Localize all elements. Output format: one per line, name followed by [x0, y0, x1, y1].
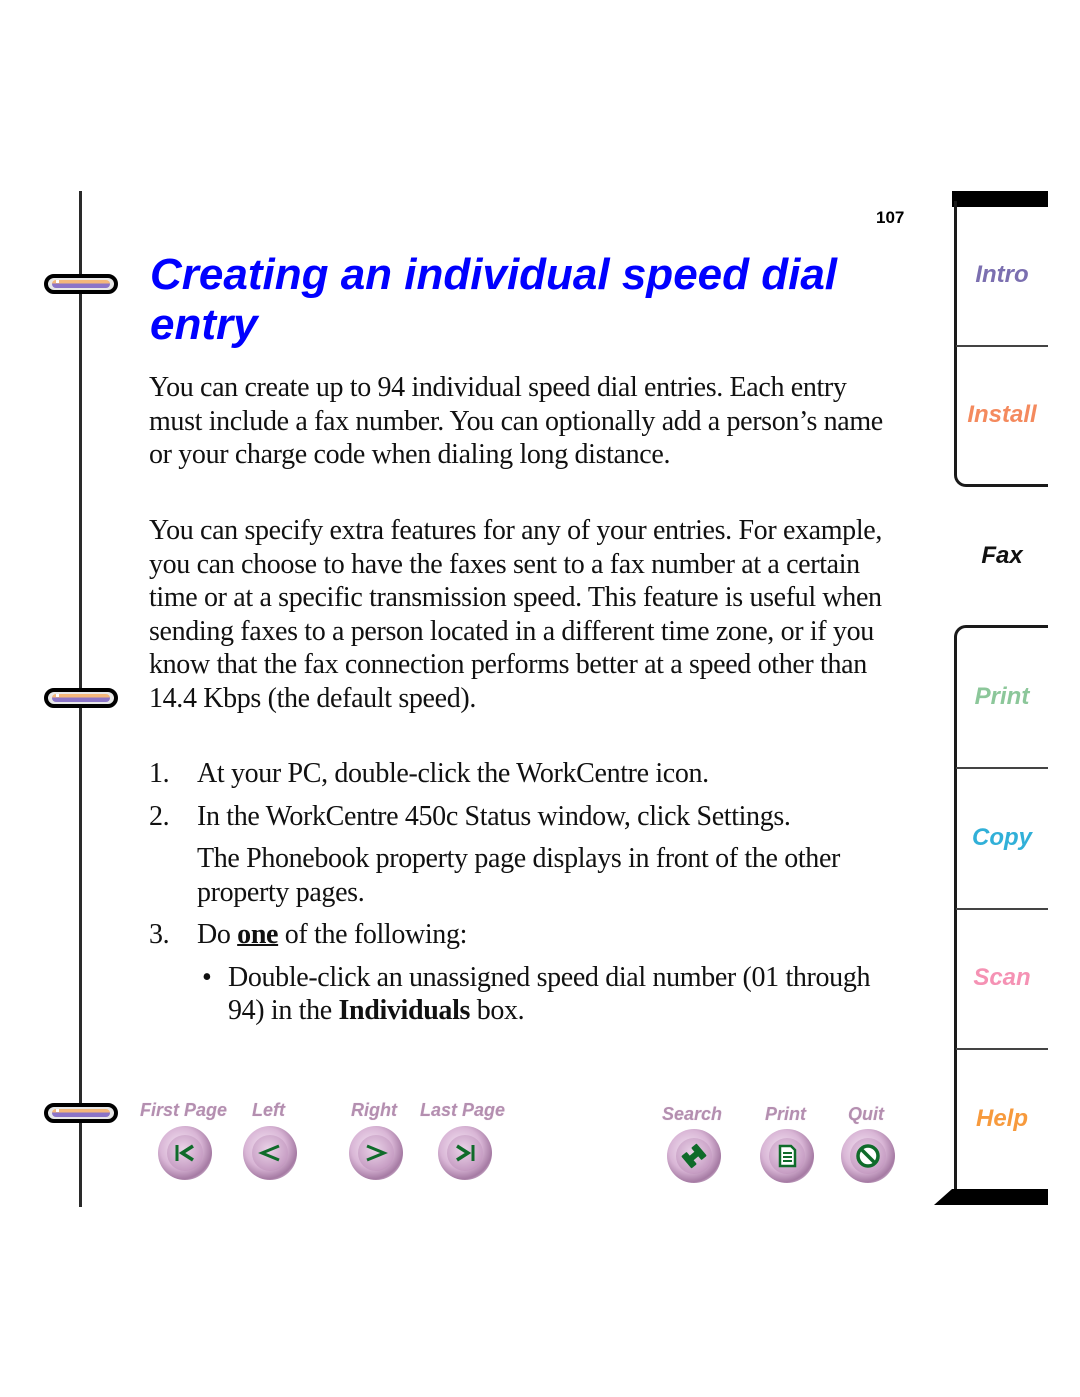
quit-button[interactable] [841, 1129, 895, 1183]
bullet-marker: • [202, 961, 212, 993]
tab-copy[interactable]: Copy [952, 824, 1052, 852]
document-icon [778, 1144, 797, 1168]
last-page-icon [456, 1144, 475, 1162]
tab-divider [956, 908, 1048, 910]
step-text: At your PC, double-click the WorkCentre … [197, 758, 709, 789]
tab-divider [956, 767, 1048, 769]
emphasis-one: one [237, 919, 279, 950]
left-label: Left [252, 1100, 285, 1120]
no-entry-icon [856, 1144, 880, 1168]
step-number: 1. [149, 758, 170, 789]
tab-divider [956, 345, 1048, 347]
chapter-tabs: Intro Install Fax Print Copy Scan Help [934, 191, 1048, 1207]
left-button[interactable] [243, 1126, 297, 1180]
binoculars-icon [681, 1143, 707, 1169]
tab-divider [956, 1048, 1048, 1050]
step-item: 2. In the WorkCentre 450c Status window,… [149, 800, 909, 834]
binder-ring [44, 688, 118, 708]
bullet-bold: Individuals [338, 995, 471, 1026]
tab-help[interactable]: Help [952, 1105, 1052, 1133]
page-title: Creating an individual speed dial entry [150, 250, 838, 349]
arrow-right-icon [366, 1144, 388, 1162]
first-page-icon [175, 1144, 194, 1162]
page-number: 107 [876, 208, 905, 227]
step-text-part: of the following: [278, 919, 468, 950]
binder-ring [44, 1103, 118, 1123]
print-button[interactable] [760, 1129, 814, 1183]
print-label: Print [765, 1104, 807, 1124]
step-text-part: Do [197, 919, 238, 950]
search-label: Search [662, 1104, 723, 1124]
first-page-button[interactable] [158, 1126, 212, 1180]
tab-group-upper [954, 201, 1048, 487]
right-button[interactable] [349, 1126, 403, 1180]
step-number: 3. [149, 919, 170, 950]
tab-fax[interactable]: Fax [952, 542, 1052, 570]
intro-paragraph: You can create up to 94 individual speed… [149, 372, 883, 470]
tab-scan[interactable]: Scan [952, 964, 1052, 992]
last-page-button[interactable] [438, 1126, 492, 1180]
tab-bottom-cap [934, 1189, 1048, 1205]
bullet-text-end: box. [470, 995, 525, 1026]
tab-print[interactable]: Print [952, 683, 1052, 711]
bullet-text: Double-click an unassigned speed dial nu… [228, 961, 871, 1027]
steps-list: 1. At your PC, double-click the WorkCent… [149, 757, 909, 1028]
step-text: In the WorkCentre 450c Status window, cl… [197, 800, 791, 832]
step-text: Do one of the following: [197, 919, 467, 950]
step-item: 3. Do one of the following: [149, 918, 909, 952]
search-button[interactable] [667, 1129, 721, 1183]
quit-label: Quit [848, 1104, 884, 1124]
binder-ring [44, 274, 118, 294]
step-note: The Phonebook property page displays in … [197, 843, 840, 908]
right-label: Right [351, 1100, 397, 1120]
first-page-label: First Page [140, 1100, 228, 1120]
tab-install[interactable]: Install [952, 401, 1052, 429]
last-page-label: Last Page [420, 1100, 506, 1120]
bullet-item: • Double-click an unassigned speed dial … [149, 961, 909, 1028]
features-paragraph: You can specify extra features for any o… [149, 515, 882, 714]
step-item: 1. At your PC, double-click the WorkCent… [149, 757, 909, 791]
arrow-left-icon [258, 1144, 280, 1162]
step-number: 2. [149, 800, 170, 832]
tab-intro[interactable]: Intro [952, 261, 1052, 289]
